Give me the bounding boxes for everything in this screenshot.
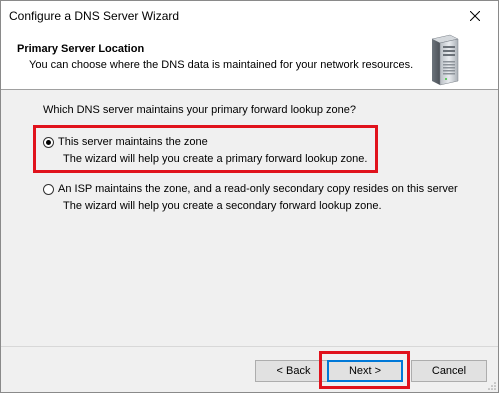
page-subtitle: You can choose where the DNS data is mai… [29,59,414,71]
option-label[interactable]: An ISP maintains the zone, and a read-on… [58,183,458,195]
option-description: The wizard will help you create a second… [63,200,382,212]
title-bar[interactable]: Configure a DNS Server Wizard [1,1,498,31]
question-text: Which DNS server maintains your primary … [43,104,357,116]
option-description: The wizard will help you create a primar… [63,153,368,165]
radio-row-isp[interactable]: An ISP maintains the zone, and a read-on… [43,183,458,195]
option-this-server[interactable]: This server maintains the zone The wizar… [43,136,367,165]
option-isp[interactable]: An ISP maintains the zone, and a read-on… [43,183,458,212]
wizard-window: Configure a DNS Server Wizard Primary Se… [0,0,499,393]
page-title: Primary Server Location [17,43,145,55]
resize-grip-icon[interactable] [487,381,497,391]
option-label[interactable]: This server maintains the zone [58,136,208,148]
radio-this-server[interactable] [43,136,54,148]
radio-isp[interactable] [43,183,54,195]
back-button[interactable]: < Back [255,360,332,382]
window-title: Configure a DNS Server Wizard [9,9,180,23]
close-icon [470,11,480,21]
wizard-body: Which DNS server maintains your primary … [1,90,498,346]
server-icon [431,34,459,86]
cancel-button[interactable]: Cancel [411,360,487,382]
close-button[interactable] [452,1,498,31]
wizard-header: Primary Server Location You can choose w… [1,31,498,90]
radio-row-this-server[interactable]: This server maintains the zone [43,136,367,148]
next-button[interactable]: Next > [327,360,403,382]
footer-separator [1,346,498,347]
